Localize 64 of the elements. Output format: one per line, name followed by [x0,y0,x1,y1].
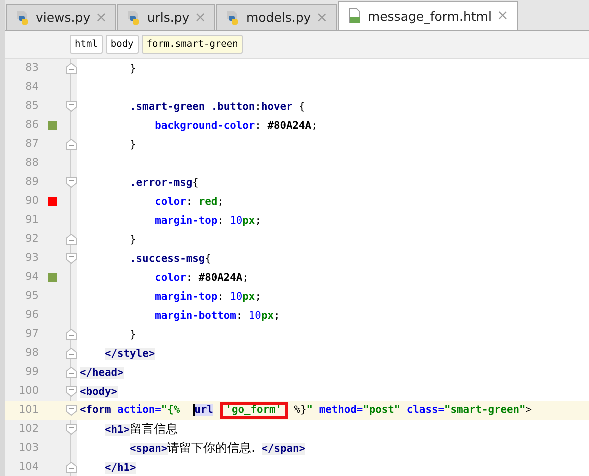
file-tab[interactable]: urls.py × [117,4,216,30]
line-number: 104 [18,460,39,475]
code-line: <span>请留下你的信息. </span> [129,440,306,457]
code-line: .smart-green .button:hover { [129,100,306,112]
code-line: color: red; [154,196,224,208]
line-number: 103 [18,441,39,456]
code-line: } [129,62,136,74]
tab-label: urls.py [147,10,190,25]
fold-end-icon[interactable] [66,462,76,473]
code-line: .success-msg{ [129,252,212,264]
fold-end-icon[interactable] [66,367,76,378]
code-line: margin-bottom: 10px; [154,310,280,322]
tab-label: views.py [36,10,91,25]
line-number: 89 [24,175,39,190]
fold-end-icon[interactable] [66,234,76,245]
code-line: margin-top: 10px; [154,290,262,302]
file-tab[interactable]: views.py × [6,4,116,30]
line-number: 95 [24,289,39,304]
python-file-icon [15,10,31,26]
fold-icon[interactable] [66,424,76,435]
line-number: 83 [24,61,39,76]
tab-label: message_form.html [368,8,492,24]
fold-end-icon[interactable] [66,139,76,150]
file-tab[interactable]: message_form.html × [338,1,518,30]
line-number: 101 [18,403,39,418]
code-line: <form action="{% url 'go_form' %}" method="post" class="smart-green"> [77,402,532,419]
line-number: 91 [24,213,39,228]
line-number: 87 [24,137,39,152]
code-line: margin-top: 10px; [154,214,262,226]
line-number: 97 [24,327,39,342]
line-number: 96 [24,308,39,323]
fold-icon[interactable] [66,177,76,188]
line-number: 85 [24,99,39,114]
code-line: .error-msg{ [129,176,199,188]
fold-end-icon[interactable] [66,348,76,359]
code-line: color: #80A24A; [154,272,249,284]
line-number: 98 [24,346,39,361]
line-number: 99 [24,365,39,380]
code-line: <h1>留言信息 [104,421,178,438]
tab-label: models.py [246,10,312,25]
line-number: 93 [24,251,39,266]
fold-icon[interactable] [66,253,76,264]
html-file-icon [346,8,363,24]
fold-end-icon[interactable] [66,329,76,340]
code-line: background-color: #80A24A; [154,120,318,132]
file-tab[interactable]: models.py × [216,4,337,30]
line-number: 102 [18,422,39,437]
fold-icon[interactable] [66,405,76,416]
fold-icon[interactable] [66,101,76,112]
breadcrumb[interactable]: html [70,35,103,54]
breadcrumb[interactable]: form.smart-green [142,35,244,54]
line-number: 92 [24,232,39,247]
line-number: 84 [24,80,39,95]
line-number: 100 [18,384,39,399]
code-line: } [129,234,136,246]
line-number: 88 [24,156,39,171]
code-line: } [129,328,136,340]
code-line: } [129,138,136,150]
line-number: 94 [24,270,39,285]
fold-icon[interactable] [66,386,76,397]
line-number: 86 [24,118,39,133]
breadcrumb[interactable]: body [106,35,139,54]
fold-end-icon[interactable] [66,63,76,74]
line-number: 90 [24,194,39,209]
